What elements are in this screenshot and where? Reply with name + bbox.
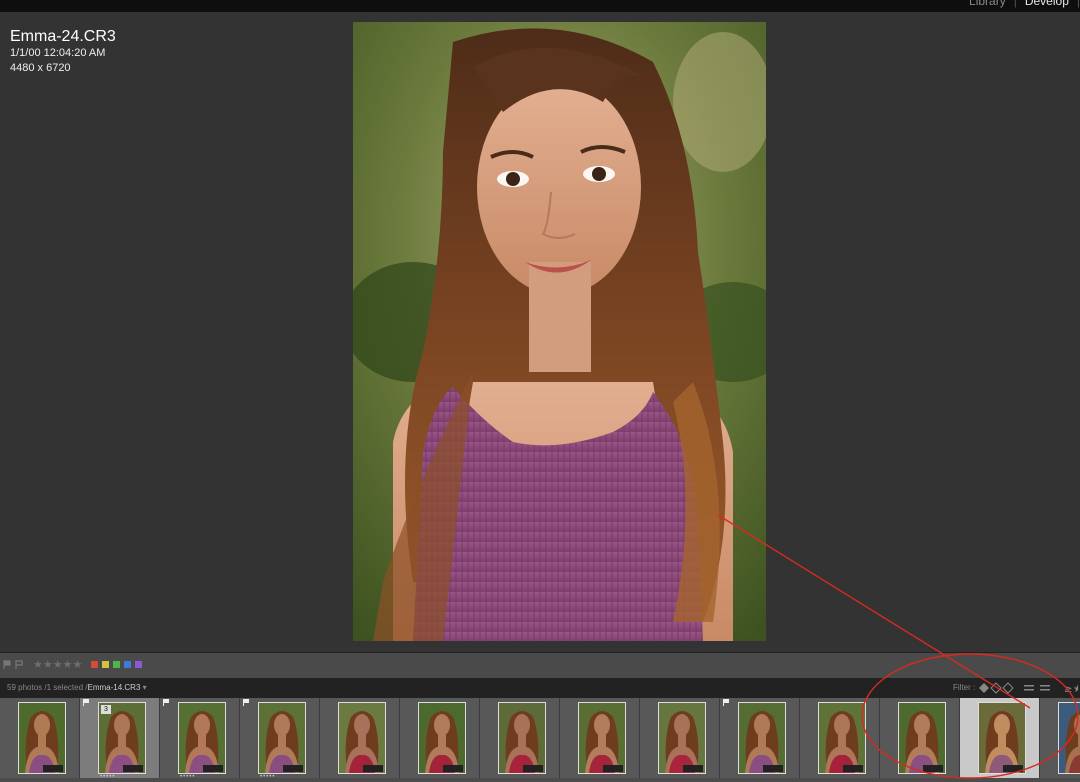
- thumbnail-image: [738, 702, 786, 774]
- image-dimensions: 4480 x 6720: [10, 62, 71, 74]
- module-picker: Library | Develop |: [969, 0, 1080, 8]
- pick-flag-icon: [243, 699, 249, 706]
- edit-badge-icon: [1003, 765, 1023, 772]
- color-label-yellow[interactable]: [102, 661, 109, 668]
- filter-label: Filter :: [953, 683, 976, 692]
- module-separator: |: [1013, 0, 1017, 8]
- edit-badge-icon: [923, 765, 943, 772]
- filmstrip-cell[interactable]: [480, 698, 560, 778]
- thumbnail-image: [498, 702, 546, 774]
- color-label-green[interactable]: [113, 661, 120, 668]
- filmstrip-cell[interactable]: [1040, 698, 1080, 778]
- edit-badge-icon: [283, 765, 303, 772]
- edit-badge-icon: [843, 765, 863, 772]
- thumbnail-image: [18, 702, 66, 774]
- sliders-icon: [1024, 685, 1034, 687]
- color-labels: [91, 661, 142, 668]
- thumbnail-image: [818, 702, 866, 774]
- filename-dropdown-icon[interactable]: ▾: [143, 683, 147, 692]
- edit-badge-icon: [443, 765, 463, 772]
- portrait-image: [353, 22, 766, 641]
- info-overlay: Emma-24.CR3 1/1/00 12:04:20 AM 4480 x 67…: [10, 28, 116, 76]
- pick-flag-icon: [723, 699, 729, 706]
- main-photo[interactable]: [353, 22, 766, 641]
- thumbnail-image: [1058, 702, 1080, 774]
- flag-reject-icon[interactable]: [15, 660, 23, 669]
- photo-count-text: 59 photos /1 selected /: [7, 683, 88, 692]
- filmstrip-cell[interactable]: •••••: [160, 698, 240, 780]
- sliders-icon: [1040, 685, 1050, 687]
- image-filename: Emma-24.CR3: [10, 28, 116, 45]
- color-label-red[interactable]: [91, 661, 98, 668]
- rating-dots: •••••: [100, 774, 116, 780]
- thumbnail-image: 3: [98, 702, 146, 774]
- star-rating[interactable]: ★★★★★: [33, 658, 82, 671]
- image-datetime: 1/1/00 12:04:20 AM: [10, 47, 106, 59]
- current-filename: Emma-14.CR3: [87, 683, 141, 692]
- filmstrip-cell[interactable]: [400, 698, 480, 778]
- filmstrip-cell[interactable]: [720, 698, 800, 778]
- filmstrip-cell[interactable]: 3 •••••: [80, 698, 160, 780]
- filmstrip-cell[interactable]: •••••: [240, 698, 320, 780]
- rating-dots: •••••: [260, 774, 276, 780]
- filmstrip-cell[interactable]: [560, 698, 640, 778]
- flag-filter-icon: [979, 683, 989, 693]
- flag-pick-icon[interactable]: [3, 660, 11, 669]
- filmstrip-cell[interactable]: [640, 698, 720, 778]
- thumbnail-image: [658, 702, 706, 774]
- svg-text:★: ★: [1073, 684, 1078, 694]
- rating-dots: •••••: [180, 774, 196, 780]
- edit-badge-icon: [43, 765, 63, 772]
- thumbnail-image: [898, 702, 946, 774]
- module-library[interactable]: Library: [969, 0, 1006, 8]
- thumbnail-image: [258, 702, 306, 774]
- filmstrip-cell[interactable]: [0, 698, 80, 778]
- edit-badge-icon: [763, 765, 783, 772]
- edit-badge-icon: [683, 765, 703, 772]
- filmstrip-header: 59 photos /1 selected /Emma-14.CR3 ▾ Fil…: [0, 678, 1080, 698]
- color-label-blue[interactable]: [124, 661, 131, 668]
- module-develop[interactable]: Develop: [1025, 0, 1069, 8]
- thumbnail-image: [578, 702, 626, 774]
- color-label-purple[interactable]: [135, 661, 142, 668]
- filmstrip-cell[interactable]: [960, 698, 1040, 778]
- flag-filter-icon: [1002, 682, 1014, 694]
- stack-count-badge[interactable]: 3: [101, 705, 111, 714]
- filmstrip-cell[interactable]: [800, 698, 880, 778]
- star-filter-icon: ≥: [1064, 684, 1072, 694]
- toolbar: ★★★★★: [0, 652, 1080, 678]
- edit-badge-icon: [603, 765, 623, 772]
- photo-count[interactable]: 59 photos /1 selected /Emma-14.CR3 ▾: [7, 683, 147, 692]
- filmstrip[interactable]: 3 ••••• ••••• •••••: [0, 698, 1080, 782]
- pick-flag-icon: [163, 699, 169, 706]
- edit-badge-icon: [203, 765, 223, 772]
- edit-badge-icon: [523, 765, 543, 772]
- thumbnail-image: [178, 702, 226, 774]
- pick-flag-icon: [83, 699, 89, 706]
- filmstrip-cell[interactable]: [320, 698, 400, 778]
- top-panel-bar: Library | Develop |: [0, 0, 1080, 12]
- filter-controls[interactable]: ≥ ★: [978, 682, 1078, 694]
- edit-badge-icon: [363, 765, 383, 772]
- edit-badge-icon: [123, 765, 143, 772]
- thumbnail-image: [978, 702, 1026, 774]
- thumbnail-image: [418, 702, 466, 774]
- flag-filter-icon: [990, 682, 1002, 694]
- filmstrip-cell[interactable]: [880, 698, 960, 778]
- thumbnail-image: [338, 702, 386, 774]
